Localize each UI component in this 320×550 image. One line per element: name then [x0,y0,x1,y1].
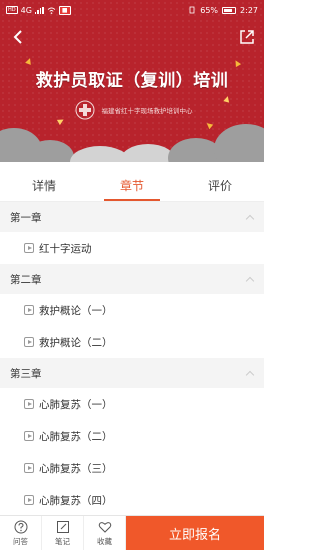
chapter-title: 第三章 [10,367,42,380]
app-notification-icon: ■ [58,5,71,15]
question-icon [14,520,27,533]
lesson-title: 救护概论（一） [39,304,113,317]
qa-button[interactable]: 问答 [0,516,42,550]
lesson-title: 救护概论（二） [39,336,113,349]
course-tabs: 详情 章节 评价 [0,170,264,202]
back-button[interactable] [8,27,28,47]
chevron-up-icon [246,213,254,221]
lesson-item[interactable]: 救护概论（一） [0,294,264,326]
lesson-item[interactable]: 心肺复苏（二） [0,420,264,452]
play-icon [24,243,34,253]
wifi-icon [47,6,56,14]
course-banner: 救护员取证（复训）培训 福建省红十字现场救护培训中心 [0,0,264,170]
status-right: 65% 2:27 [188,6,258,15]
play-icon [24,463,34,473]
share-icon [240,30,254,44]
battery-icon [222,6,237,14]
favorite-button[interactable]: 收藏 [84,516,126,550]
back-arrow-icon [13,30,22,44]
network-label: 4G [20,5,32,15]
note-icon [56,520,69,533]
play-icon [24,305,34,315]
tab-reviews[interactable]: 评价 [176,170,264,201]
banner-floor [0,162,264,170]
cross-logo-icon [75,100,94,120]
share-button[interactable] [238,28,256,46]
chapter-title: 第一章 [10,211,42,224]
lesson-title: 心肺复苏（一） [39,398,113,411]
chevron-up-icon [246,369,254,377]
qa-label: 问答 [13,536,28,546]
play-icon [24,337,34,347]
signup-button[interactable]: 立即报名 [126,516,264,550]
heart-icon [98,521,111,533]
lesson-item[interactable]: 救护概论（二） [0,326,264,358]
chapter-header[interactable]: 第一章 [0,202,264,232]
play-icon [24,431,34,441]
chapter-header[interactable]: 第三章 [0,358,264,388]
lesson-item[interactable]: 心肺复苏（三） [0,452,264,484]
notes-label: 笔记 [55,536,70,546]
lesson-title: 红十字运动 [39,242,92,255]
chapter-title: 第二章 [10,273,42,286]
play-icon [24,495,34,505]
clock: 2:27 [240,5,258,15]
battery-percent: 65% [200,5,219,15]
tab-details[interactable]: 详情 [0,170,88,201]
banner-subtitle: 福建省红十字现场救护培训中心 [101,107,193,115]
favorite-label: 收藏 [97,536,112,546]
hd-badge: HD [6,6,18,14]
lesson-item[interactable]: 心肺复苏（四） [0,484,264,515]
banner-title: 救护员取证（复训）培训 [35,71,229,91]
lesson-title: 心肺复苏（四） [39,494,113,507]
banner-subtitle-row: 福建省红十字现场救护培训中心 [0,98,264,122]
chevron-up-icon [246,275,254,283]
signal-icon [34,6,44,14]
play-icon [24,399,34,409]
status-left: HD 4G ■ [6,5,71,15]
lesson-item[interactable]: 心肺复苏（一） [0,388,264,420]
lesson-title: 心肺复苏（二） [39,430,113,443]
status-bar: HD 4G ■ 65% 2:27 [0,0,264,20]
bottom-action-bar: 问答 笔记 收藏 立即报名 [0,515,264,550]
lesson-item[interactable]: 红十字运动 [0,232,264,264]
chapter-header[interactable]: 第二章 [0,264,264,294]
chapter-list: 第一章 红十字运动 第二章 救护概论（一） 救护概论（二） 第三章 心肺复苏（一… [0,202,264,515]
notes-button[interactable]: 笔记 [42,516,84,550]
vibrate-icon [189,6,195,14]
tab-chapters[interactable]: 章节 [88,170,176,201]
lesson-title: 心肺复苏（三） [39,462,113,475]
